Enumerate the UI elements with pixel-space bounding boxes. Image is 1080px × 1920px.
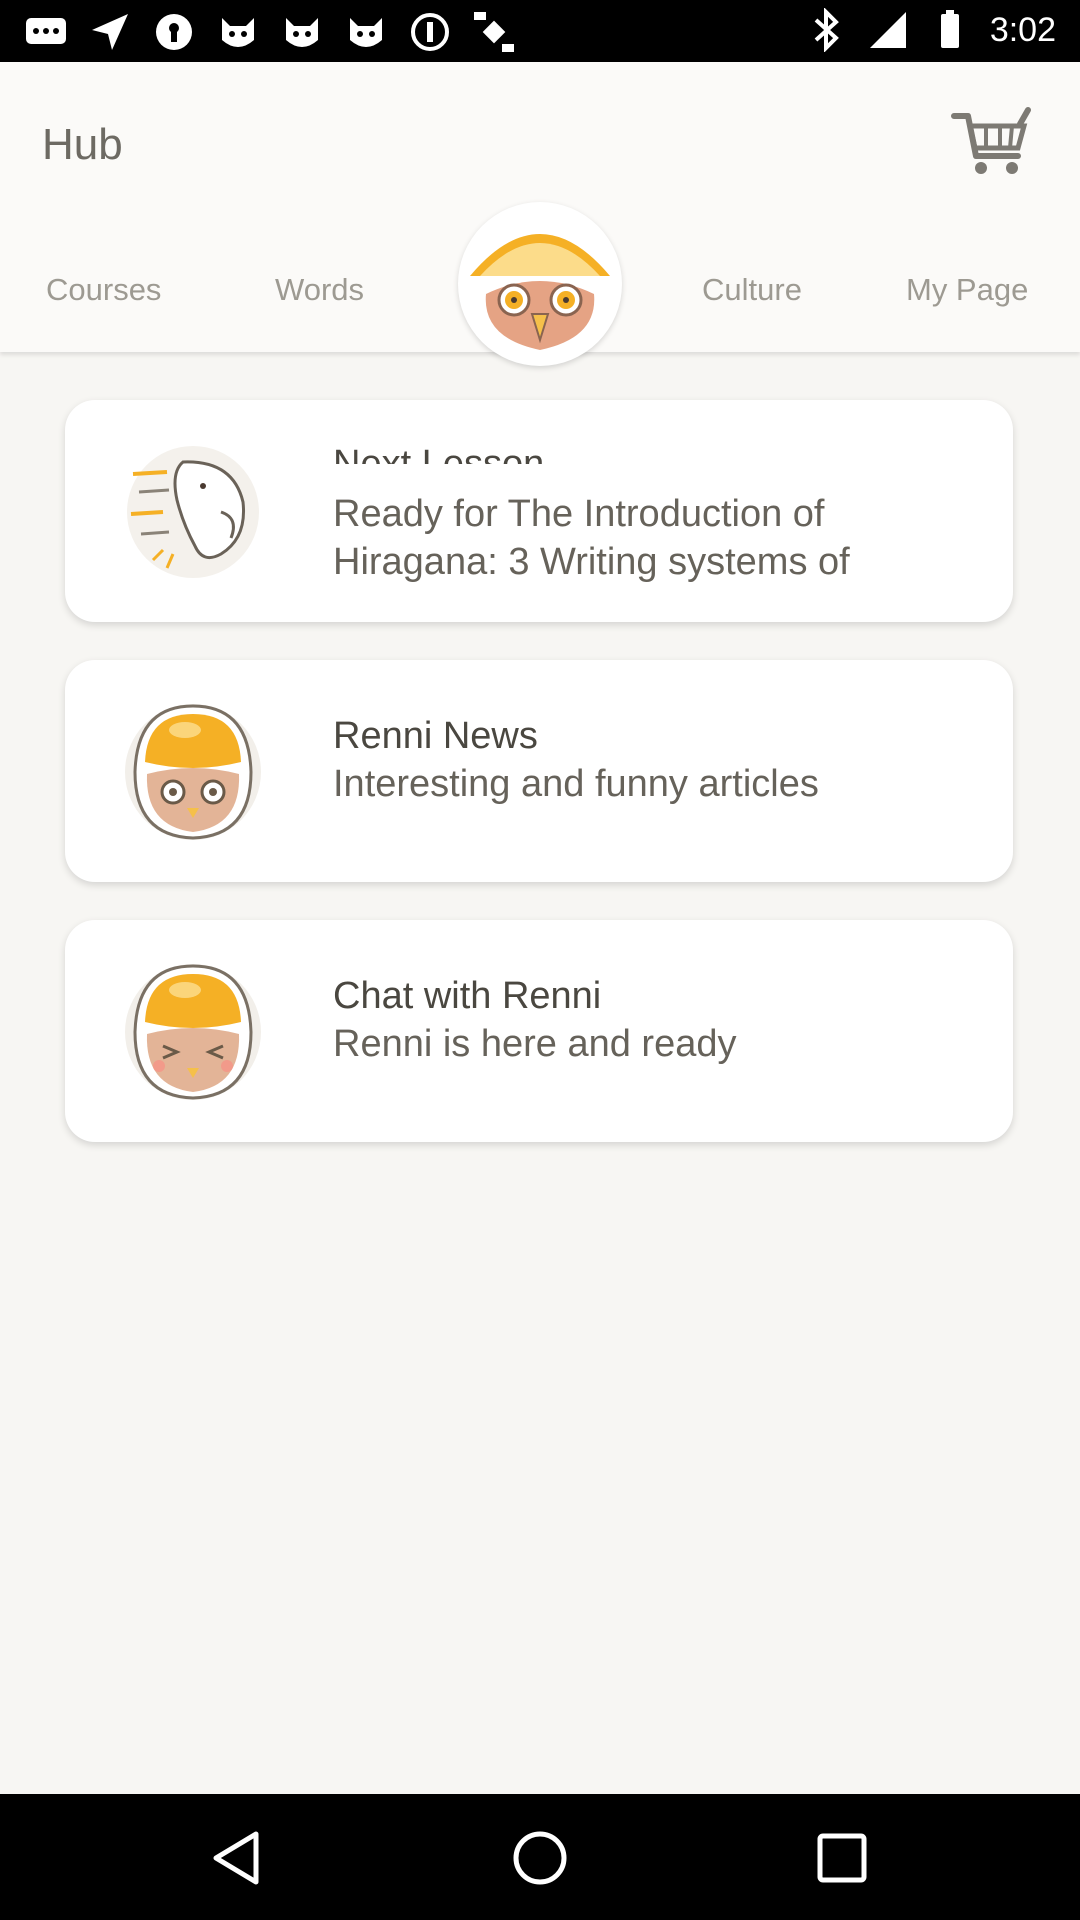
- next-lesson-card[interactable]: Next Lesson Ready for The Introduction o…: [65, 400, 1013, 622]
- back-icon[interactable]: [206, 1826, 270, 1890]
- card-title: Renni News: [333, 715, 538, 757]
- card-subtitle: Renni is here and ready: [333, 1023, 737, 1065]
- tab-hub-owl[interactable]: [458, 202, 622, 366]
- owl-avatar-icon: [125, 704, 261, 840]
- running-character-icon: [127, 446, 259, 578]
- navigation-icon: [92, 14, 128, 50]
- tab-my-page[interactable]: My Page: [906, 272, 1028, 308]
- cat-icon: [222, 18, 254, 47]
- status-time: 3:02: [989, 10, 1056, 49]
- status-bar: 3:02: [0, 0, 1080, 62]
- do-not-disturb-icon: [411, 13, 449, 51]
- chat-with-renni-text: Chat with Renni Renni is here and ready: [333, 972, 973, 1068]
- renni-news-card[interactable]: Renni News Interesting and funny article…: [65, 660, 1013, 882]
- card-subtitle: Interesting and funny articles: [333, 763, 819, 805]
- chat-with-renni-card[interactable]: Chat with Renni Renni is here and ready: [65, 920, 1013, 1142]
- app-header: Hub Courses Words Culture My Page: [0, 62, 1080, 366]
- signal-icon: [869, 12, 906, 48]
- owl-icon: [466, 210, 614, 358]
- system-navigation-bar: [0, 1794, 1080, 1920]
- card-title: Next Lesson: [333, 443, 545, 464]
- card-title: Chat with Renni: [333, 975, 602, 1017]
- cat-icon: [350, 18, 382, 47]
- fake-gps-icon: [474, 12, 514, 52]
- next-lesson-text: Next Lesson Ready for The Introduction o…: [333, 440, 973, 586]
- renni-news-text: Renni News Interesting and funny article…: [333, 712, 973, 808]
- happy-owl-avatar-icon: [125, 964, 261, 1100]
- tab-culture[interactable]: Culture: [702, 272, 802, 308]
- cat-icon: [286, 18, 318, 47]
- recent-apps-icon[interactable]: [810, 1826, 874, 1890]
- keyhole-icon: [156, 14, 192, 50]
- cart-icon[interactable]: [950, 106, 1032, 182]
- bluetooth-icon: [814, 8, 839, 52]
- tab-courses[interactable]: Courses: [46, 272, 161, 308]
- chat-icon: [26, 18, 66, 44]
- card-subtitle: Ready for The Introduction of Hiragana: …: [333, 493, 850, 583]
- page-title: Hub: [42, 120, 123, 169]
- home-icon[interactable]: [508, 1826, 572, 1890]
- status-left-icons: [24, 10, 516, 54]
- status-right-icons: 3:02: [804, 8, 1056, 52]
- battery-icon: [940, 10, 959, 48]
- tab-words[interactable]: Words: [275, 272, 364, 308]
